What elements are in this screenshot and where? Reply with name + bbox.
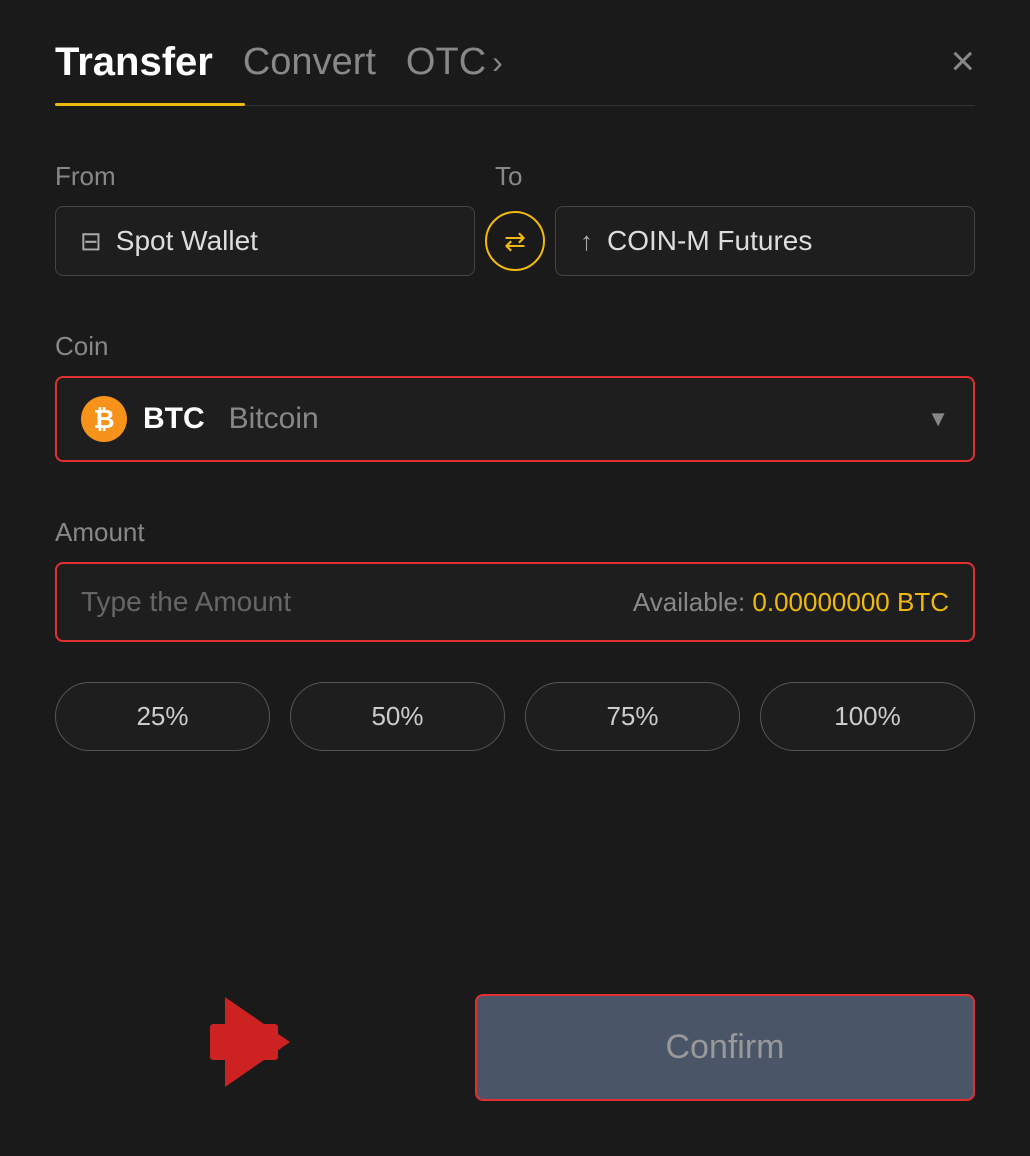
coin-chevron-down-icon: ▼ — [927, 406, 949, 432]
from-to-section: From To ⊟ Spot Wallet ⇄ ↑ COIN-M Futures — [55, 161, 975, 276]
spot-wallet-label: Spot Wallet — [116, 225, 258, 257]
pct-25-button[interactable]: 25% — [55, 682, 270, 751]
spot-wallet-selector[interactable]: ⊟ Spot Wallet — [55, 206, 475, 276]
transfer-modal: Transfer Convert OTC › × From To ⊟ Spot … — [0, 0, 1030, 1156]
swap-button-container: ⇄ — [475, 211, 555, 271]
header-tabs: Transfer Convert OTC › — [55, 40, 503, 85]
futures-selector[interactable]: ↑ COIN-M Futures — [555, 206, 975, 276]
from-label: From — [55, 161, 495, 192]
tab-transfer[interactable]: Transfer — [55, 40, 213, 85]
pct-75-button[interactable]: 75% — [525, 682, 740, 751]
coin-selector-dropdown[interactable]: ₿ BTC Bitcoin ▼ — [55, 376, 975, 462]
pct-50-button[interactable]: 50% — [290, 682, 505, 751]
percentage-buttons: 25% 50% 75% 100% — [55, 682, 975, 751]
arrow-indicator — [225, 997, 290, 1087]
amount-label: Amount — [55, 517, 975, 548]
swap-button[interactable]: ⇄ — [485, 211, 545, 271]
coin-full-name: Bitcoin — [229, 402, 319, 436]
arrow-right-icon — [225, 997, 290, 1087]
pct-100-button[interactable]: 100% — [760, 682, 975, 751]
btc-icon: ₿ — [81, 396, 127, 442]
tab-otc[interactable]: OTC › — [406, 41, 503, 84]
from-to-labels: From To — [55, 161, 975, 192]
futures-label: COIN-M Futures — [607, 225, 812, 257]
otc-chevron-icon: › — [492, 44, 503, 81]
available-balance: Available: 0.00000000 BTC — [633, 587, 949, 618]
btc-symbol: ₿ — [93, 404, 114, 435]
available-label: Available: — [633, 587, 745, 617]
active-tab-indicator — [55, 103, 245, 106]
wallet-icon: ⊟ — [80, 226, 102, 257]
available-amount-value: 0.00000000 BTC — [752, 587, 949, 617]
tab-convert[interactable]: Convert — [243, 41, 376, 84]
amount-input-container: Type the Amount Available: 0.00000000 BT… — [55, 562, 975, 642]
amount-section: Amount Type the Amount Available: 0.0000… — [55, 517, 975, 642]
modal-header: Transfer Convert OTC › × — [55, 40, 975, 85]
from-to-inputs: ⊟ Spot Wallet ⇄ ↑ COIN-M Futures — [55, 206, 975, 276]
futures-icon: ↑ — [580, 226, 593, 257]
tab-underline — [55, 103, 975, 106]
amount-input[interactable]: Type the Amount — [81, 586, 291, 618]
coin-symbol-text: BTC — [143, 402, 205, 436]
bottom-section: Confirm — [55, 934, 975, 1101]
close-button[interactable]: × — [950, 40, 975, 82]
coin-label: Coin — [55, 331, 975, 362]
confirm-button[interactable]: Confirm — [475, 994, 975, 1101]
to-label: To — [495, 161, 975, 192]
swap-icon: ⇄ — [504, 226, 526, 257]
coin-section: Coin ₿ BTC Bitcoin ▼ — [55, 331, 975, 462]
